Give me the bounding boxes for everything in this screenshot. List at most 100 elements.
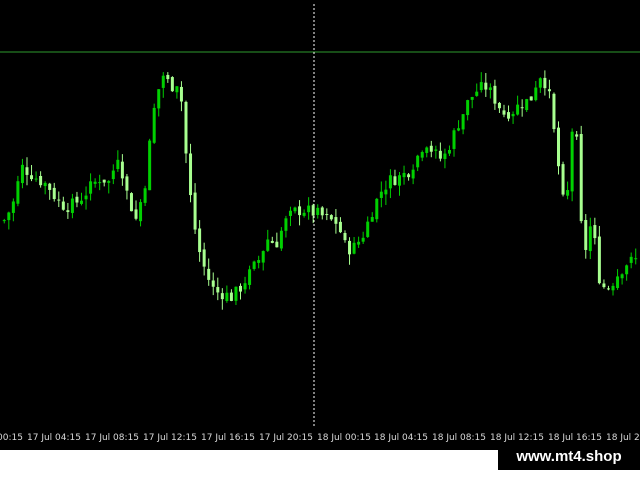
candle-body (488, 87, 492, 91)
candle-body (620, 274, 624, 279)
candle (48, 182, 52, 200)
candle-body (311, 205, 315, 216)
candle-body (220, 293, 224, 300)
candle (325, 208, 329, 221)
candle-body (584, 219, 588, 250)
candle (384, 180, 388, 205)
candle-body (325, 213, 329, 215)
candle-body (534, 87, 538, 101)
candle (11, 198, 15, 222)
candle (261, 250, 265, 271)
candle (461, 114, 465, 135)
candle (634, 248, 638, 265)
candle (479, 72, 483, 93)
time-tick-label: 18 Jul 12:15 (490, 433, 544, 443)
candle-body (529, 96, 533, 101)
candle-body (570, 131, 574, 192)
candle-body (288, 210, 292, 216)
candle-body (198, 228, 202, 253)
candle-body (361, 237, 365, 242)
candle-body (234, 286, 238, 301)
candle (157, 89, 161, 117)
candle (211, 272, 215, 296)
candle (252, 260, 256, 271)
candle (66, 202, 70, 219)
time-tick-label: 17 Jul 16:15 (201, 433, 255, 443)
time-tick-label: 18 Jul 00:15 (317, 433, 371, 443)
candle-body (229, 292, 233, 301)
candle-body (357, 241, 361, 245)
candle-body (139, 202, 143, 222)
candle-body (48, 183, 52, 190)
candle (425, 146, 429, 158)
candle-body (279, 230, 283, 249)
candle-body (543, 77, 547, 89)
candle-body (343, 232, 347, 241)
candle (30, 165, 34, 182)
candle (184, 100, 188, 164)
candle-body (302, 212, 306, 216)
candle (320, 206, 324, 220)
candle (570, 128, 574, 202)
candle (129, 192, 133, 212)
candle (407, 173, 411, 181)
candle (429, 140, 433, 158)
candle-body (189, 153, 193, 196)
candle-body (116, 159, 120, 170)
candle (334, 209, 338, 234)
candle-body (30, 175, 34, 180)
candle-body (107, 181, 111, 183)
candle-body (420, 152, 424, 158)
candle (216, 277, 220, 301)
candle-body (352, 242, 356, 254)
candle-body (270, 240, 274, 243)
time-tick-label: 18 Jul 08:15 (432, 433, 486, 443)
candle (352, 237, 356, 255)
candle (198, 220, 202, 262)
candle (139, 199, 143, 227)
candle-body (516, 104, 520, 115)
candle-body (52, 187, 56, 200)
candle (316, 204, 320, 219)
candle-body (438, 150, 442, 159)
candle (416, 154, 420, 172)
candle (361, 231, 365, 244)
candle-body (80, 200, 83, 204)
candle (102, 179, 106, 187)
candle (34, 171, 38, 182)
candle (484, 73, 488, 97)
candle-body (484, 82, 488, 90)
candle (593, 217, 597, 245)
candle-body (434, 149, 438, 151)
candle-body (447, 149, 451, 154)
chart-canvas[interactable] (0, 0, 640, 450)
candle (625, 264, 629, 281)
candle (370, 212, 374, 222)
candle-body (93, 181, 97, 184)
candle-body (98, 182, 102, 184)
candle-body (566, 190, 570, 196)
candle-body (525, 99, 529, 111)
candle-body (207, 268, 211, 280)
candle (457, 120, 461, 132)
candle (279, 227, 283, 251)
candle (502, 104, 506, 118)
candle (420, 150, 424, 162)
price-chart[interactable]: 00:15 17 Jul 04:15 17 Jul 08:15 17 Jul 12:1… (0, 0, 640, 450)
candle (443, 148, 447, 169)
candle-body (284, 218, 288, 231)
candle (529, 96, 533, 101)
candle-body (575, 134, 579, 137)
candle (470, 96, 474, 109)
candle-body (429, 145, 433, 152)
candle (402, 165, 406, 185)
candle (89, 173, 93, 201)
candle (98, 174, 102, 191)
candle (75, 191, 79, 208)
time-tick-label: 18 Jul 04:15 (374, 433, 428, 443)
candle-body (202, 249, 206, 267)
candle (525, 98, 529, 112)
watermark: www.mt4.shop (498, 444, 640, 470)
candle (80, 192, 83, 206)
candle (366, 216, 370, 238)
